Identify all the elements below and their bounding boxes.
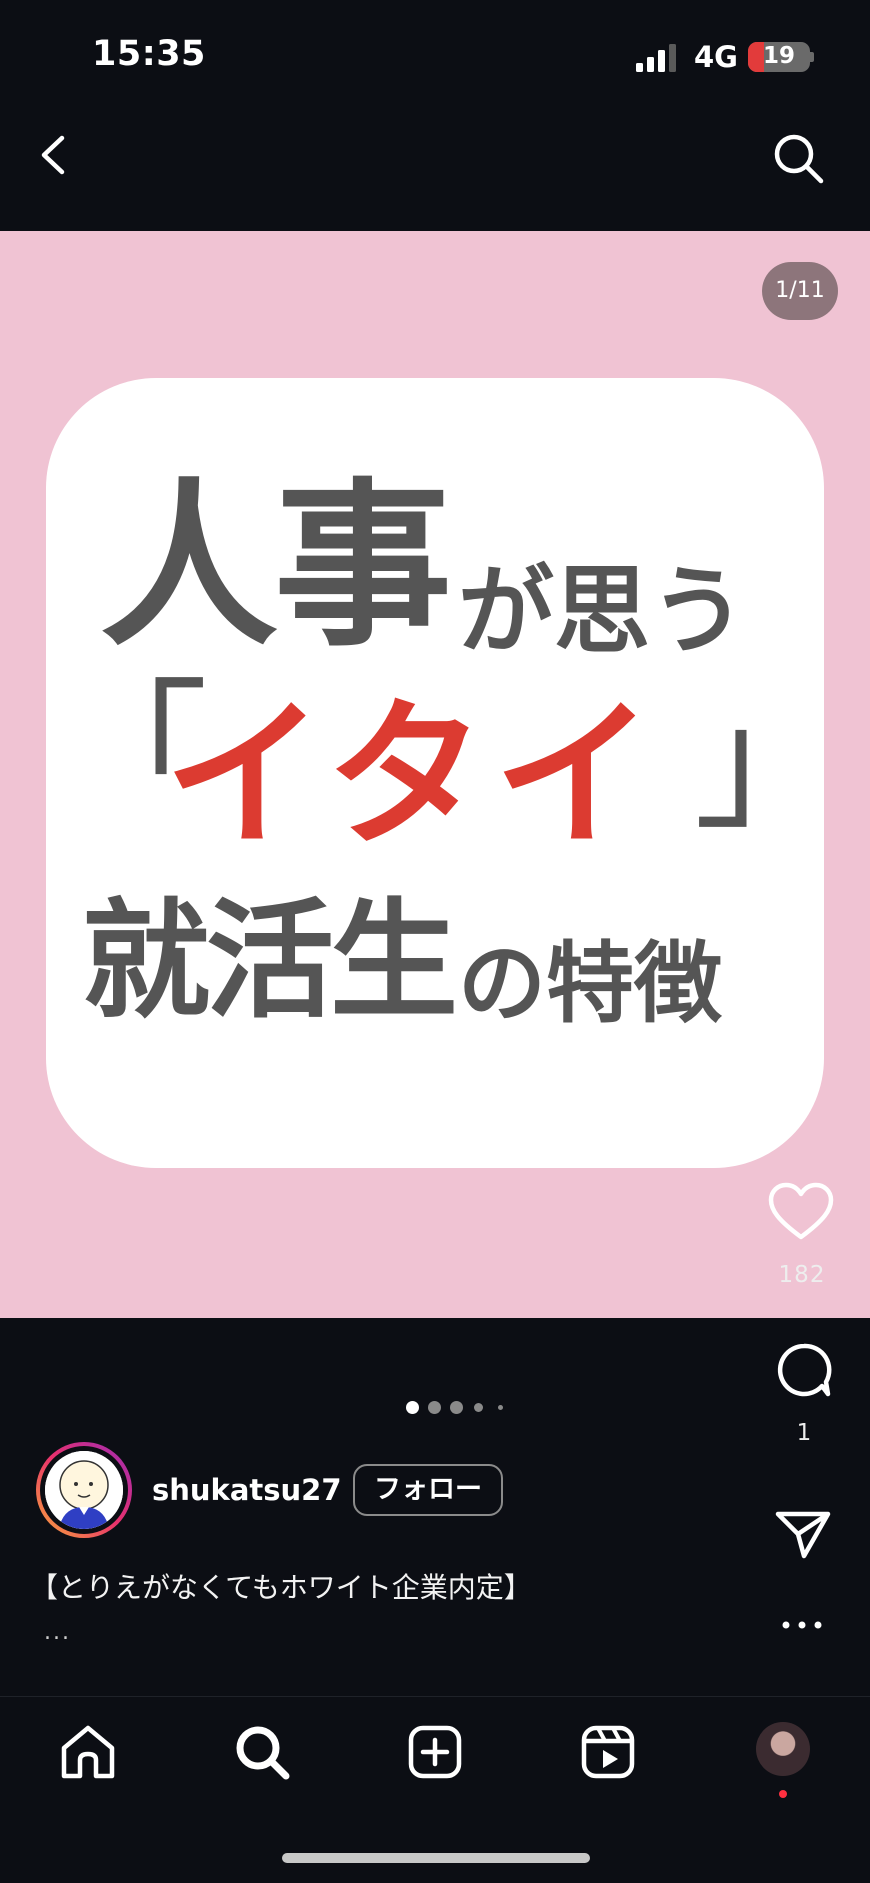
title-line2-red: イタイ <box>164 682 662 869</box>
carousel-dot <box>498 1405 503 1410</box>
comment-icon[interactable] <box>776 1342 832 1398</box>
avatar-illustration <box>45 1451 123 1529</box>
title-line3-big: 就活生 <box>82 887 458 1036</box>
follow-button[interactable]: フォロー <box>353 1464 503 1516</box>
create-post-icon[interactable] <box>405 1722 465 1782</box>
title-line1-small: が思う <box>458 555 746 667</box>
battery-tip <box>810 52 814 62</box>
page-counter: 1/11 <box>762 262 838 320</box>
battery-percent: 19 <box>762 43 795 69</box>
heart-icon[interactable] <box>768 1182 834 1242</box>
back-icon[interactable] <box>30 130 80 180</box>
title-card: 人事 が思う 「 イタイ 」 就活生 の特徴 <box>46 378 844 1168</box>
reels-icon[interactable] <box>578 1722 638 1782</box>
network-type: 4G <box>694 40 738 74</box>
notification-dot <box>779 1790 787 1798</box>
profile-tab-avatar[interactable] <box>756 1722 810 1776</box>
home-indicator <box>282 1853 590 1863</box>
username[interactable]: shukatsu27 <box>152 1473 342 1507</box>
share-icon[interactable] <box>774 1508 832 1560</box>
search-icon[interactable] <box>770 130 826 186</box>
carousel-dot <box>474 1403 483 1412</box>
more-options-icon[interactable] <box>780 1610 824 1640</box>
avatar[interactable] <box>36 1442 132 1538</box>
carousel-dot <box>428 1401 441 1414</box>
like-count: 182 <box>778 1262 826 1288</box>
search-tab-icon[interactable] <box>232 1722 292 1782</box>
status-time: 15:35 <box>92 34 206 74</box>
title-bracket-close: 」 <box>694 676 845 850</box>
home-icon[interactable] <box>58 1722 118 1782</box>
caption-text[interactable]: 【とりえがなくてもホワイト企業内定】 <box>30 1566 532 1606</box>
caption-more[interactable]: ... <box>44 1620 71 1645</box>
carousel-dot <box>450 1401 463 1414</box>
title-line3-small: の特徴 <box>458 932 723 1035</box>
comment-count: 1 <box>796 1420 812 1446</box>
battery-indicator: 19 <box>748 42 810 72</box>
carousel-dot <box>406 1401 419 1414</box>
cellular-signal-icon <box>636 44 676 72</box>
title-line1-big: 人事 <box>100 463 452 670</box>
